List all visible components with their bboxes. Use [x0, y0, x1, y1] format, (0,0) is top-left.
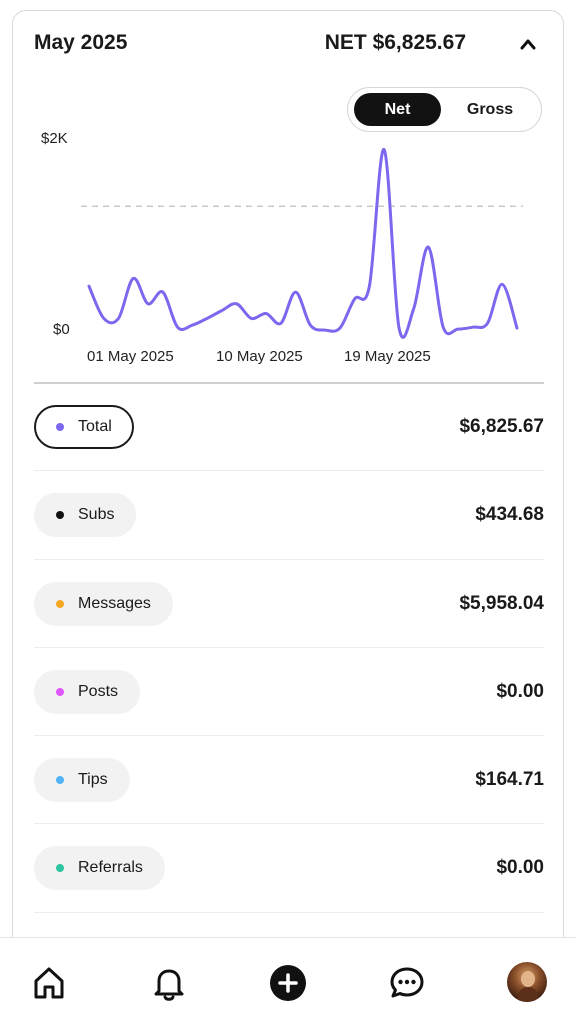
amount: $0.00 — [496, 680, 544, 702]
breakdown-row-total: Total $6,825.67 — [34, 383, 544, 472]
x-tick-label: 10 May 2025 — [216, 348, 303, 365]
earnings-chart: $2K $0 01 May 2025 10 May 2025 19 May 20… — [13, 116, 563, 386]
series-line — [87, 148, 519, 339]
nav-add-button[interactable] — [268, 963, 308, 1003]
dot-icon — [56, 776, 64, 785]
earnings-card: May 2025 NET $6,825.67 Net Gross $2K $0 … — [12, 10, 564, 1010]
chip-label: Total — [78, 418, 112, 435]
month-title: May 2025 — [34, 31, 128, 54]
x-tick-label: 19 May 2025 — [344, 348, 431, 365]
collapse-button[interactable] — [515, 31, 541, 57]
add-icon — [270, 965, 306, 1001]
bell-icon — [154, 969, 184, 1001]
chart-svg — [81, 148, 523, 339]
y-tick-label-bottom: $0 — [53, 321, 70, 338]
breakdown-row-messages: Messages $5,958.04 — [34, 560, 544, 648]
net-total: NET $6,825.67 — [324, 31, 466, 54]
bottom-nav — [0, 937, 576, 1024]
dot-icon — [56, 687, 64, 696]
amount: $5,958.04 — [459, 592, 544, 614]
amount: $6,825.67 — [459, 416, 544, 437]
breakdown-row-posts: Posts $0.00 — [34, 648, 544, 737]
breakdown-list: Total $6,825.67 Subs $434.68 Messages $5… — [34, 383, 544, 913]
chip-label: Referrals — [78, 859, 143, 877]
amount: $0.00 — [496, 857, 544, 879]
chevron-up-icon — [520, 39, 536, 50]
home-icon — [34, 967, 64, 999]
dot-icon — [56, 864, 64, 873]
nav-home-button[interactable] — [29, 963, 69, 1003]
chip-label: Subs — [78, 506, 115, 524]
chip-label: Messages — [78, 594, 151, 612]
chip-label: Posts — [78, 682, 119, 700]
chip-label: Tips — [78, 771, 108, 789]
breakdown-row-referrals: Referrals $0.00 — [34, 824, 544, 913]
category-chip-referrals[interactable]: Referrals — [34, 846, 165, 891]
dot-icon — [56, 511, 64, 520]
category-chip-posts[interactable]: Posts — [34, 669, 141, 714]
dot-icon — [56, 599, 64, 608]
dot-icon — [56, 423, 64, 431]
avatar[interactable] — [507, 962, 547, 1002]
avatar-image — [507, 962, 547, 1002]
chat-icon — [390, 967, 424, 998]
category-chip-subs[interactable]: Subs — [34, 493, 137, 538]
breakdown-row-subs: Subs $434.68 — [34, 471, 544, 560]
y-tick-label-top: $2K — [41, 130, 68, 147]
nav-messages-button[interactable] — [387, 963, 427, 1003]
card-header: May 2025 NET $6,825.67 — [13, 11, 563, 77]
category-chip-messages[interactable]: Messages — [34, 581, 173, 626]
breakdown-row-tips: Tips $164.71 — [34, 736, 544, 825]
amount: $164.71 — [475, 769, 544, 791]
category-chip-total[interactable]: Total — [34, 405, 134, 449]
nav-notifications-button[interactable] — [149, 963, 189, 1003]
category-chip-tips[interactable]: Tips — [34, 758, 130, 803]
x-tick-label: 01 May 2025 — [87, 348, 174, 365]
amount: $434.68 — [475, 504, 544, 526]
